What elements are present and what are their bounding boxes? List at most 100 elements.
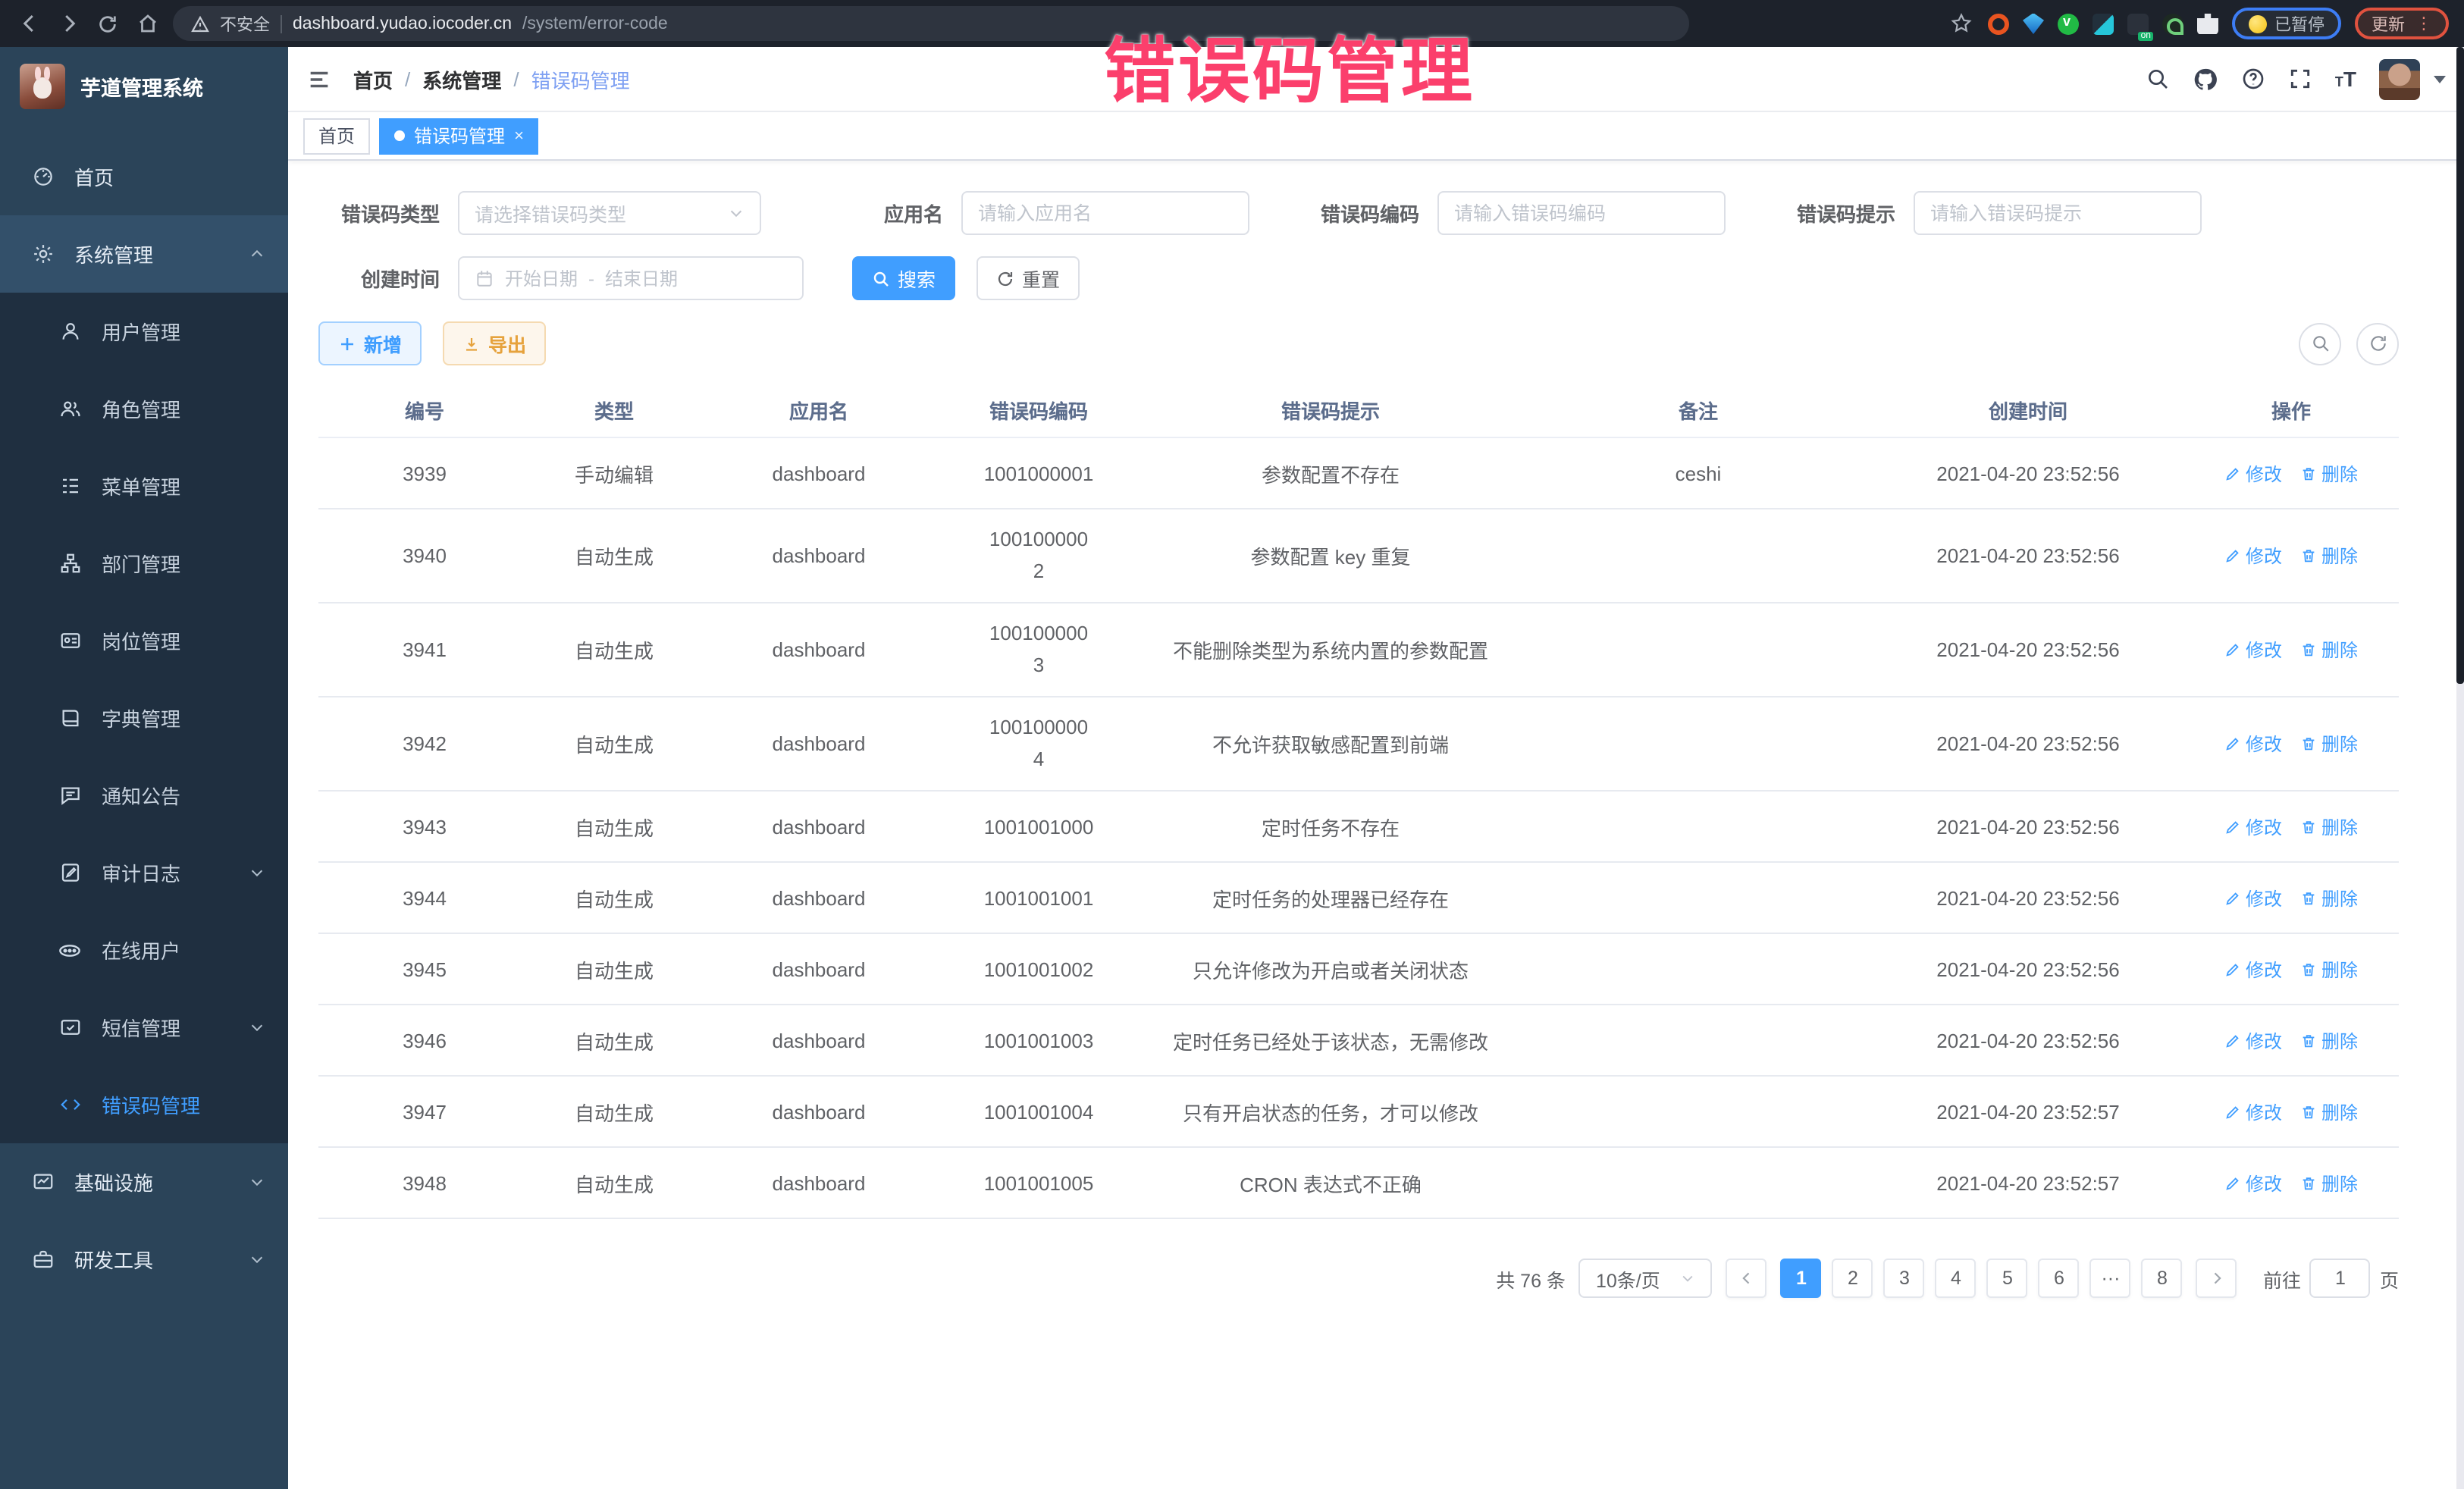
extension-icon[interactable] [2162, 13, 2183, 34]
error-type-select[interactable]: 请选择错误码类型 [458, 191, 761, 235]
sidebar-item-online-users[interactable]: 在线用户 [0, 911, 288, 989]
toggle-search-button[interactable] [2299, 322, 2341, 365]
delete-button[interactable]: 删除 [2300, 731, 2358, 757]
help-icon[interactable] [2241, 67, 2265, 91]
reload-icon[interactable] [94, 10, 121, 37]
prev-page-button[interactable] [1726, 1259, 1767, 1298]
page-button[interactable]: 5 [1987, 1259, 2028, 1298]
page-button[interactable]: 8 [2142, 1259, 2183, 1298]
delete-button[interactable]: 删除 [2300, 543, 2358, 569]
search-icon[interactable] [2146, 67, 2170, 91]
table-row[interactable]: 3947自动生成dashboard1001001004只有开启状态的任务，才可以… [318, 1076, 2399, 1147]
delete-button[interactable]: 删除 [2300, 637, 2358, 663]
table-row[interactable]: 3942自动生成dashboard1001000004不允许获取敏感配置到前端2… [318, 697, 2399, 791]
delete-button[interactable]: 删除 [2300, 885, 2358, 911]
reset-button[interactable]: 重置 [977, 256, 1080, 300]
app-name-input[interactable] [978, 202, 1233, 224]
edit-button[interactable]: 修改 [2224, 1099, 2282, 1124]
goto-page-input[interactable] [2310, 1259, 2371, 1298]
edit-button[interactable]: 修改 [2224, 637, 2282, 663]
breadcrumb-home[interactable]: 首页 [353, 64, 393, 93]
extension-icon[interactable] [2127, 13, 2149, 34]
extension-icon[interactable] [2023, 13, 2044, 34]
sidebar-item-audit-log[interactable]: 审计日志 [0, 834, 288, 911]
avatar-caret-icon[interactable] [2434, 75, 2446, 83]
delete-button[interactable]: 删除 [2300, 1099, 2358, 1124]
delete-button[interactable]: 删除 [2300, 1027, 2358, 1053]
sidebar-item-users[interactable]: 用户管理 [0, 293, 288, 370]
delete-button[interactable]: 删除 [2300, 956, 2358, 982]
edit-button[interactable]: 修改 [2224, 1027, 2282, 1053]
table-row[interactable]: 3939手动编辑dashboard1001000001参数配置不存在ceshi2… [318, 437, 2399, 509]
edit-button[interactable]: 修改 [2224, 460, 2282, 486]
back-icon[interactable] [15, 10, 42, 37]
page-button[interactable]: 1 [1781, 1259, 1822, 1298]
forward-icon[interactable] [55, 10, 82, 37]
avatar[interactable] [2379, 58, 2420, 99]
kebab-menu-icon[interactable]: ⋮ [2415, 14, 2432, 33]
date-range-picker[interactable]: 开始日期 - 结束日期 [458, 256, 804, 300]
bookmark-star-icon[interactable] [1947, 10, 1974, 37]
sidebar-item-roles[interactable]: 角色管理 [0, 370, 288, 447]
sidebar-item-departments[interactable]: 部门管理 [0, 525, 288, 602]
sidebar-item-home[interactable]: 首页 [0, 138, 288, 215]
edit-button[interactable]: 修改 [2224, 885, 2282, 911]
delete-button[interactable]: 删除 [2300, 1170, 2358, 1196]
error-code-input[interactable] [1454, 202, 1709, 224]
table-row[interactable]: 3948自动生成dashboard1001001005CRON 表达式不正确20… [318, 1147, 2399, 1218]
page-button[interactable]: 3 [1884, 1259, 1925, 1298]
next-page-button[interactable] [2196, 1259, 2237, 1298]
hamburger-icon[interactable] [306, 66, 332, 92]
breadcrumb-system[interactable]: 系统管理 [422, 64, 501, 93]
refresh-table-button[interactable] [2356, 322, 2399, 365]
add-button[interactable]: 新增 [318, 321, 422, 365]
edit-button[interactable]: 修改 [2224, 813, 2282, 839]
more-pages-button[interactable]: ··· [2090, 1259, 2131, 1298]
sidebar-item-notices[interactable]: 通知公告 [0, 757, 288, 834]
export-button[interactable]: 导出 [443, 321, 546, 365]
table-row[interactable]: 3946自动生成dashboard1001001003定时任务已经处于该状态，无… [318, 1005, 2399, 1076]
extensions-puzzle-icon[interactable] [2197, 13, 2218, 34]
update-button[interactable]: 更新 ⋮ [2355, 8, 2449, 39]
sidebar-item-posts[interactable]: 岗位管理 [0, 602, 288, 679]
tab-error-code[interactable]: 错误码管理 × [379, 118, 539, 154]
url-bar[interactable]: 不安全 dashboard.yudao.iocoder.cn/system/er… [173, 6, 1689, 41]
sidebar-item-dictionary[interactable]: 字典管理 [0, 679, 288, 757]
table-row[interactable]: 3940自动生成dashboard1001000002参数配置 key 重复20… [318, 509, 2399, 603]
error-hint-input[interactable] [1930, 202, 2185, 224]
edit-button[interactable]: 修改 [2224, 956, 2282, 982]
delete-button[interactable]: 删除 [2300, 460, 2358, 486]
sidebar-item-sms[interactable]: 短信管理 [0, 989, 288, 1066]
extension-icon[interactable] [2093, 13, 2114, 34]
app-logo-row[interactable]: 芋道管理系统 [0, 47, 288, 126]
table-row[interactable]: 3944自动生成dashboard1001001001定时任务的处理器已经存在2… [318, 862, 2399, 933]
sidebar-item-system[interactable]: 系统管理 [0, 215, 288, 293]
page-scrollbar[interactable] [2456, 47, 2464, 1489]
search-button[interactable]: 搜索 [852, 256, 955, 300]
sidebar-item-infrastructure[interactable]: 基础设施 [0, 1143, 288, 1221]
delete-button[interactable]: 删除 [2300, 813, 2358, 839]
page-size-select[interactable]: 10条/页 [1579, 1259, 1713, 1298]
edit-button[interactable]: 修改 [2224, 1170, 2282, 1196]
home-icon[interactable] [133, 10, 161, 37]
table-row[interactable]: 3945自动生成dashboard1001001002只允许修改为开启或者关闭状… [318, 933, 2399, 1005]
github-icon[interactable] [2193, 66, 2218, 92]
page-button[interactable]: 4 [1936, 1259, 1977, 1298]
table-row[interactable]: 3941自动生成dashboard1001000003不能删除类型为系统内置的参… [318, 603, 2399, 697]
scrollbar-thumb[interactable] [2456, 47, 2464, 684]
close-icon[interactable]: × [514, 127, 524, 145]
sidebar-item-dev-tools[interactable]: 研发工具 [0, 1221, 288, 1298]
page-button[interactable]: 6 [2039, 1259, 2080, 1298]
page-button[interactable]: 2 [1832, 1259, 1873, 1298]
fullscreen-icon[interactable] [2288, 67, 2312, 91]
paused-badge[interactable]: 已暂停 [2232, 8, 2341, 39]
extension-icon[interactable] [1988, 13, 2009, 34]
sidebar-item-menus[interactable]: 菜单管理 [0, 447, 288, 525]
edit-button[interactable]: 修改 [2224, 543, 2282, 569]
extension-icon[interactable] [2058, 13, 2079, 34]
font-size-icon[interactable]: TT [2335, 67, 2356, 91]
sidebar-item-error-code[interactable]: 错误码管理 [0, 1066, 288, 1143]
edit-button[interactable]: 修改 [2224, 731, 2282, 757]
table-row[interactable]: 3943自动生成dashboard1001001000定时任务不存在2021-0… [318, 791, 2399, 862]
tab-home[interactable]: 首页 [303, 118, 370, 154]
